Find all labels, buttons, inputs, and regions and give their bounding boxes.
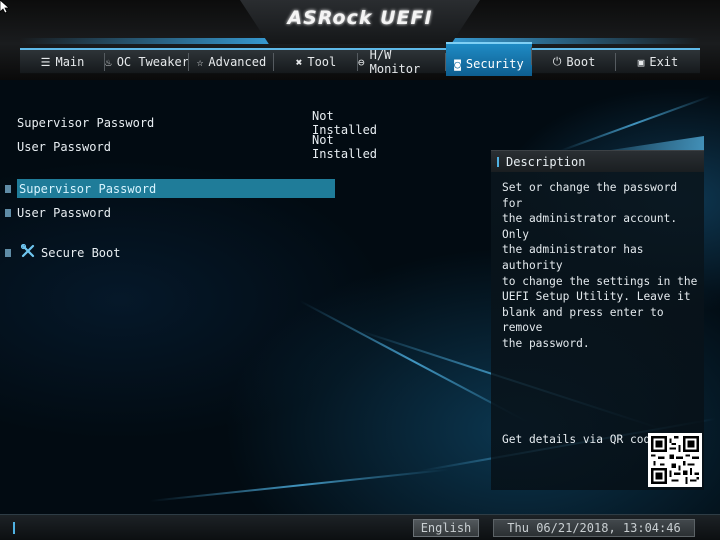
description-panel: Description Set or change the password f… [491,136,704,490]
tab-advanced[interactable]: ☆ Advanced [189,50,274,74]
description-line: UEFI Setup Utility. Leave it [502,290,691,304]
menu-item-user-password[interactable]: User Password [5,203,335,222]
header-marker [497,156,499,167]
description-line: the password. [502,336,590,350]
menu-item-label: Secure Boot [41,245,121,260]
tab-security[interactable]: ◙ Security [446,42,532,76]
tab-label: Tool [307,55,337,69]
bullet-marker [5,184,11,193]
tab-label: H/W Monitor [369,48,421,76]
menu-item-label: User Password [17,205,111,220]
status-row-supervisor-password: Supervisor Password Not Installed [17,109,377,137]
power-icon: ⏻ [552,55,562,68]
description-header: Description [491,150,704,172]
datetime-display: Thu 06/21/2018, 13:04:46 [493,519,695,537]
tab-main[interactable]: ☰ Main [20,50,105,74]
tools-icon: ✖ [295,55,303,69]
description-line: the administrator account. Only [502,212,678,241]
description-line: the administrator has authority [502,243,644,272]
tab-label: Security [465,57,524,71]
status-label: User Password [17,140,111,154]
tab-oc-tweaker[interactable]: ♨ OC Tweaker [105,50,189,74]
flame-icon: ♨ [105,55,112,69]
tab-exit[interactable]: ▣ Exit [616,50,700,74]
tab-bar: ☰ Main ♨ OC Tweaker ☆ Advanced ✖ Tool ⊖ … [20,42,700,76]
qr-label: Get details via QR code [502,433,657,446]
status-value: Not Installed [312,133,378,161]
star-icon: ☆ [196,55,204,69]
tab-boot[interactable]: ⏻ Boot [532,50,616,74]
bottom-bar: English Thu 06/21/2018, 13:04:46 [0,514,720,540]
language-button[interactable]: English [413,519,479,537]
menu-item-supervisor-password[interactable]: Supervisor Password [5,179,335,198]
tab-label: Exit [649,55,679,69]
description-text: Set or change the password for the admin… [502,180,698,352]
tab-label: Boot [566,55,596,69]
menu-item-secure-boot[interactable]: Secure Boot [5,243,335,262]
status-row-user-password: User Password Not Installed [17,133,377,161]
bullet-marker [5,248,11,257]
shield-icon: ◙ [454,57,461,71]
description-line: Set or change the password for [502,181,678,210]
tools-icon [20,243,35,261]
list-icon: ☰ [40,55,51,69]
description-title: Description [506,154,586,169]
monitor-icon: ⊖ [358,55,365,69]
tab-label: Advanced [208,55,267,69]
description-line: blank and press enter to remove [502,305,664,335]
exit-icon: ▣ [637,55,645,69]
qr-code[interactable] [648,433,702,487]
bullet-marker [5,208,11,217]
tab-hw-monitor[interactable]: ⊖ H/W Monitor [358,48,446,76]
tab-label: Main [55,55,85,69]
tab-tool[interactable]: ✖ Tool [274,50,358,74]
bottom-marker [13,522,15,534]
header-accent-left [20,38,300,44]
status-label: Supervisor Password [17,116,155,130]
brand-logo: ASRock UEFI [287,7,433,29]
menu-item-label: Supervisor Password [19,181,157,196]
description-line: to change the settings in the [502,274,698,288]
qr-code-icon [651,436,699,484]
mouse-cursor-icon [0,0,10,14]
tab-label: OC Tweaker [116,55,189,69]
